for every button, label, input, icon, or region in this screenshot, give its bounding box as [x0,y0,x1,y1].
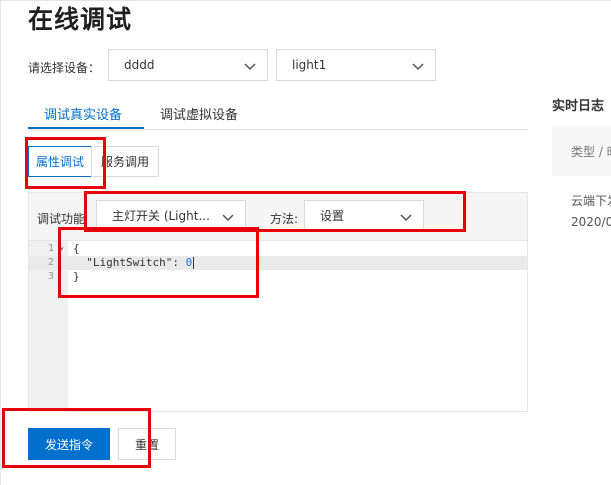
page-title: 在线调试 [28,5,133,34]
left-divider [0,0,1,485]
log-row-event: 云端下发 [571,194,611,208]
device-select[interactable]: light1 [276,49,436,81]
realtime-log-title: 实时日志 [552,99,605,114]
debug-tabs: 调试真实设备 调试虚拟设备 [28,96,528,130]
highlight-box-function-method [84,191,466,232]
product-select-value: dddd [124,58,155,72]
highlight-box-send-button [2,408,151,468]
line-number: 3 [48,271,55,282]
tab-virtual-device[interactable]: 调试虚拟设备 [160,104,238,123]
chevron-down-icon [411,59,425,73]
device-select-value: light1 [292,58,327,72]
log-column-type: 类型 / 时 [571,145,611,159]
line-number: 2 [48,257,55,268]
chevron-down-icon [243,59,257,73]
line-number: 1 [48,243,55,254]
highlight-box-property-tab [25,137,106,189]
active-tab-indicator [28,127,144,129]
product-select[interactable]: dddd [108,49,268,81]
highlight-box-payload [58,227,259,298]
log-row-date: 2020/0 [571,215,611,229]
debug-function-label: 调试功能 [37,212,86,226]
tab-real-device[interactable]: 调试真实设备 [44,104,122,123]
device-select-label: 请选择设备： [28,61,101,75]
